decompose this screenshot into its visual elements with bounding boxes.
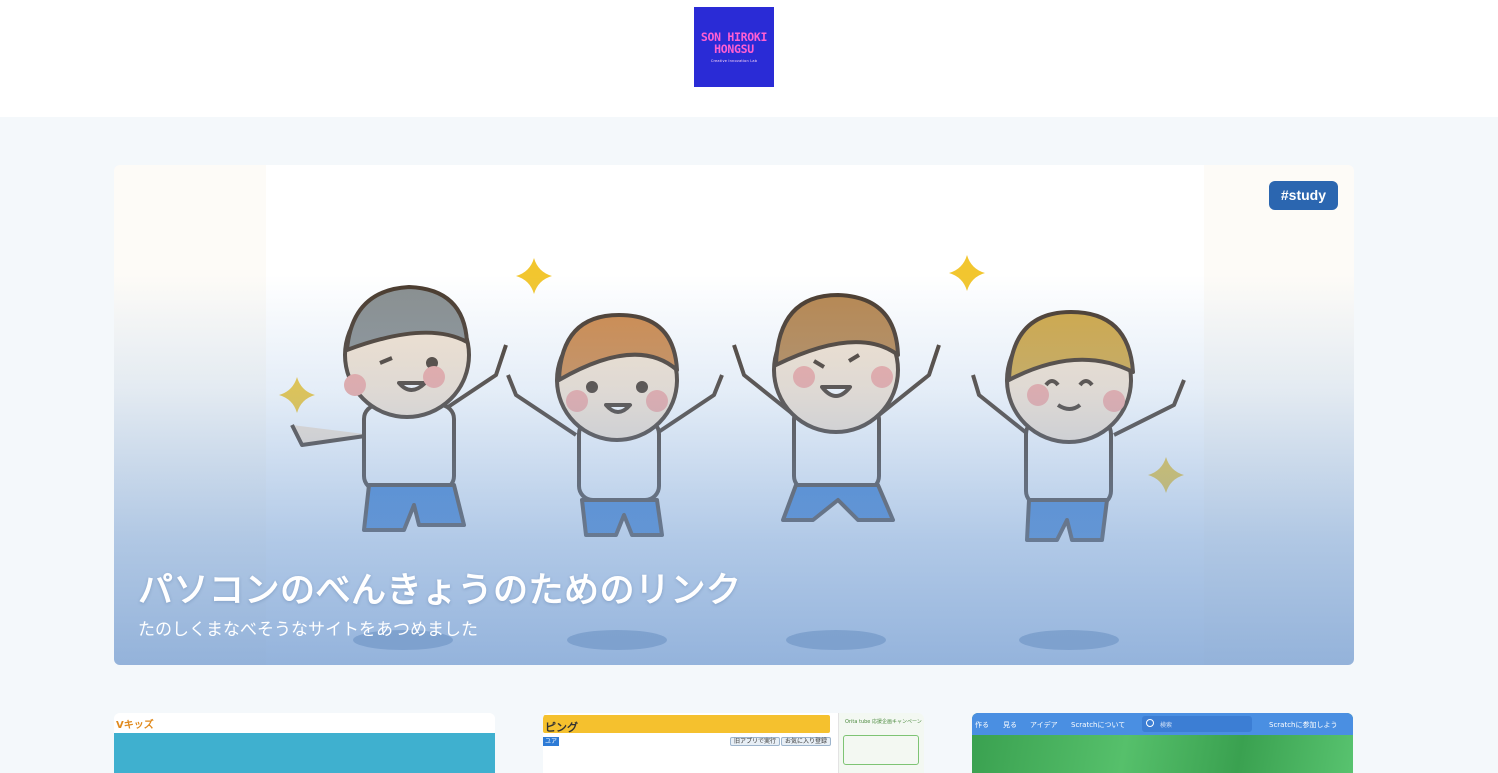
featured-post-hero[interactable]: #study パソコンのべんきょうのためのリンク たのしくまなべそうなサイトをあ… (114, 165, 1354, 665)
post-card-2[interactable]: ピング ユア 旧アプリで実行 お気に入り登録 Orita tube 応援企画キャ… (543, 713, 924, 773)
card-thumbnail-search-placeholder: 検索 (1160, 722, 1173, 729)
card-thumbnail-nav-create: 作る (975, 721, 989, 729)
card-thumbnail-nav-ideas: アイデア (1030, 721, 1058, 729)
tag-study-badge[interactable]: #study (1268, 181, 1338, 210)
card-thumbnail-join: Scratchに参加しよう (1269, 721, 1338, 729)
logo-tagline: Creative Innovation Lab (710, 59, 758, 63)
hero-title[interactable]: パソコンのべんきょうのためのリンク (138, 562, 742, 613)
hero-subtitle: たのしくまなべそうなサイトをあつめました (138, 620, 478, 640)
card-thumbnail-side-box (843, 735, 919, 765)
card-thumbnail-titlebar: ピング (543, 715, 830, 734)
card-thumbnail-title: ピング (545, 721, 578, 734)
card-thumbnail-sidebar: Orita tube 応援企画キャンペーン (838, 713, 924, 773)
card-thumbnail-search: 検索 (1142, 716, 1252, 732)
post-card-3[interactable]: 作る 見る アイデア Scratchについて 検索 Scratchに参加しよう (972, 713, 1353, 773)
site-header: SON HIROKI HONGSU Creative Innovation La… (0, 0, 1498, 117)
card-thumbnail-banner (114, 733, 495, 773)
card-thumbnail-header: Vキッズ (114, 713, 495, 733)
card-thumbnail-nav-about: Scratchについて (1071, 721, 1126, 729)
card-thumbnail-side-text: Orita tube 応援企画キャンペーン (845, 719, 922, 725)
search-icon (1146, 719, 1154, 727)
card-thumbnail-navbar: 作る 見る アイデア Scratchについて 検索 Scratchに参加しよう (972, 713, 1353, 735)
post-card-1[interactable]: Vキッズ (114, 713, 495, 773)
card-brand-label: Vキッズ (116, 720, 154, 731)
logo-line-2: HONGSU (714, 42, 754, 56)
site-logo[interactable]: SON HIROKI HONGSU Creative Innovation La… (694, 7, 774, 87)
card-thumbnail-button-favorite: お気に入り登録 (781, 737, 832, 746)
card-thumbnail-nav-view: 見る (1003, 721, 1017, 729)
card-thumbnail-button-run: 旧アプリで実行 (730, 737, 781, 746)
card-thumbnail-banner (972, 735, 1353, 773)
card-thumbnail-badge: ユア (543, 737, 559, 746)
